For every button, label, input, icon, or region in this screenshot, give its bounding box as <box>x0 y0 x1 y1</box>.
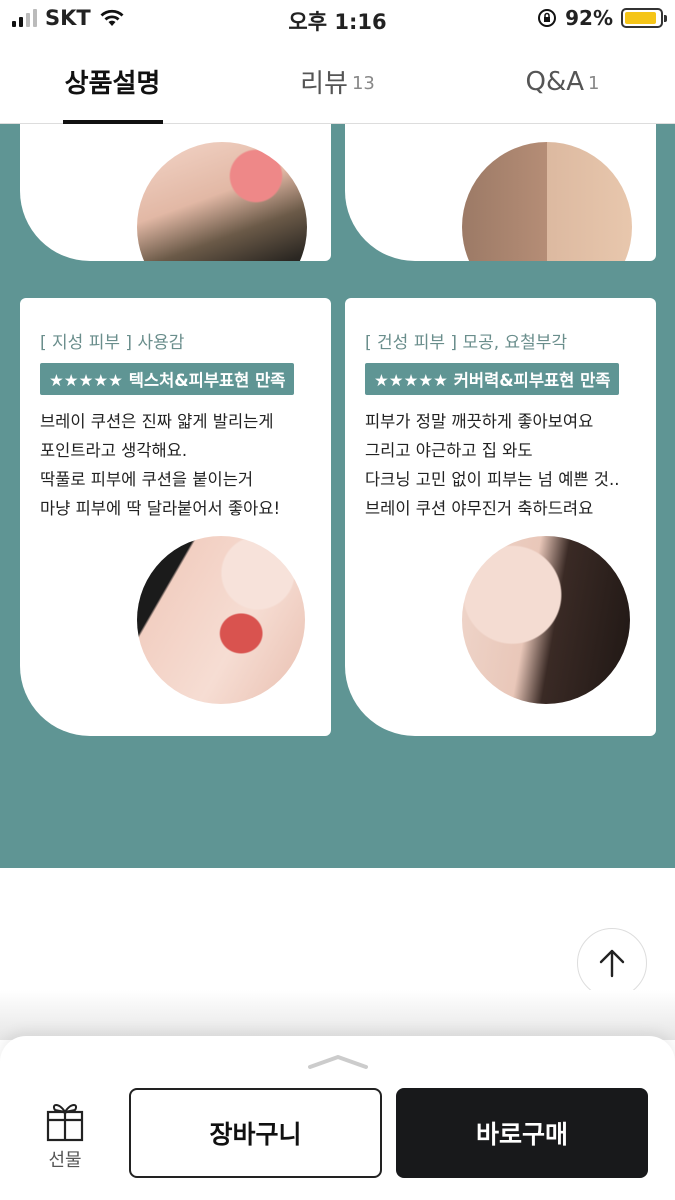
review-line: 브레이 쿠션은 진짜 얇게 발리는게 <box>40 412 274 431</box>
gift-icon <box>46 1104 84 1142</box>
tab-qna[interactable]: Q&A 1 <box>450 40 675 123</box>
bottom-fade <box>0 990 675 1040</box>
rotation-lock-icon <box>538 9 557 27</box>
purchase-bar: 선물 장바구니 바로구매 <box>0 1036 675 1200</box>
review-card-text: [ 지성 피부 ] 사용감 ★★★★★ 텍스처&피부표현 만족 브레이 쿠션은 … <box>40 328 315 523</box>
review-line: 피부가 정말 깨끗하게 좋아보여요 <box>365 412 594 431</box>
tab-bar: 상품설명 리뷰 13 Q&A 1 <box>0 40 675 124</box>
wifi-icon <box>100 9 124 26</box>
tab-description[interactable]: 상품설명 <box>0 40 225 124</box>
status-right: 92% <box>537 6 667 30</box>
scroll-to-top-button[interactable] <box>577 928 647 998</box>
status-bar: SKT 오후 1:16 92% <box>0 0 675 40</box>
carrier-label: SKT <box>45 6 91 30</box>
gift-button[interactable]: 선물 <box>40 1100 90 1172</box>
tab-reviews-count: 13 <box>351 73 375 94</box>
tab-description-label: 상품설명 <box>64 69 161 99</box>
tab-reviews[interactable]: 리뷰 13 <box>225 40 450 123</box>
signal-icon <box>12 9 37 27</box>
battery-percent: 92% <box>565 6 613 30</box>
tab-reviews-label: 리뷰 <box>300 69 348 99</box>
review-tag: [ 건성 피부 ] 모공, 요철부각 <box>365 333 568 353</box>
arrow-up-icon <box>599 949 625 978</box>
review-card: [ 지성 피부 ] 사용감 ★★★★★ 텍스처&피부표현 만족 브레이 쿠션은 … <box>20 298 331 736</box>
product-description-image: [ 지성 피부 ] 사용감 ★★★★★ 텍스처&피부표현 만족 브레이 쿠션은 … <box>0 124 675 868</box>
review-photo <box>137 142 307 261</box>
review-body: 브레이 쿠션은 진짜 얇게 발리는게 포인트라고 생각해요. 딱풀로 피부에 쿠… <box>40 407 315 523</box>
review-card: [ 건성 피부 ] 모공, 요철부각 ★★★★★ 커버력&피부표현 만족 피부가… <box>345 298 656 736</box>
review-photo <box>462 142 632 261</box>
review-badge: ★★★★★ 텍스처&피부표현 만족 <box>40 363 295 395</box>
status-left: SKT <box>12 6 125 30</box>
review-card-partial <box>345 124 656 261</box>
review-badge: ★★★★★ 커버력&피부표현 만족 <box>365 363 620 395</box>
review-line: 마냥 피부에 딱 달라붙어서 좋아요! <box>40 499 281 518</box>
gift-label: 선물 <box>48 1150 82 1171</box>
review-line: 브레이 쿠션 야무진거 축하드려요 <box>365 499 594 518</box>
tab-qna-label: Q&A <box>525 66 585 97</box>
tab-qna-count: 1 <box>588 73 600 94</box>
review-photo <box>137 536 305 704</box>
review-line: 딱풀로 피부에 쿠션을 붙이는거 <box>40 470 254 489</box>
review-line: 다크닝 고민 없이 피부는 넘 예쁜 것.. <box>365 470 620 489</box>
review-photo <box>462 536 630 704</box>
review-line: 포인트라고 생각해요. <box>40 441 188 460</box>
battery-level <box>625 12 657 24</box>
battery-icon <box>621 8 667 28</box>
review-line: 그리고 야근하고 집 와도 <box>365 441 533 460</box>
expand-handle-icon[interactable] <box>308 1054 368 1070</box>
review-card-partial <box>20 124 331 261</box>
buy-now-button[interactable]: 바로구매 <box>396 1088 648 1178</box>
add-to-cart-button[interactable]: 장바구니 <box>129 1088 382 1178</box>
review-tag: [ 지성 피부 ] 사용감 <box>40 333 185 353</box>
review-body: 피부가 정말 깨끗하게 좋아보여요 그리고 야근하고 집 와도 다크닝 고민 없… <box>365 407 640 523</box>
review-card-text: [ 건성 피부 ] 모공, 요철부각 ★★★★★ 커버력&피부표현 만족 피부가… <box>365 328 640 523</box>
